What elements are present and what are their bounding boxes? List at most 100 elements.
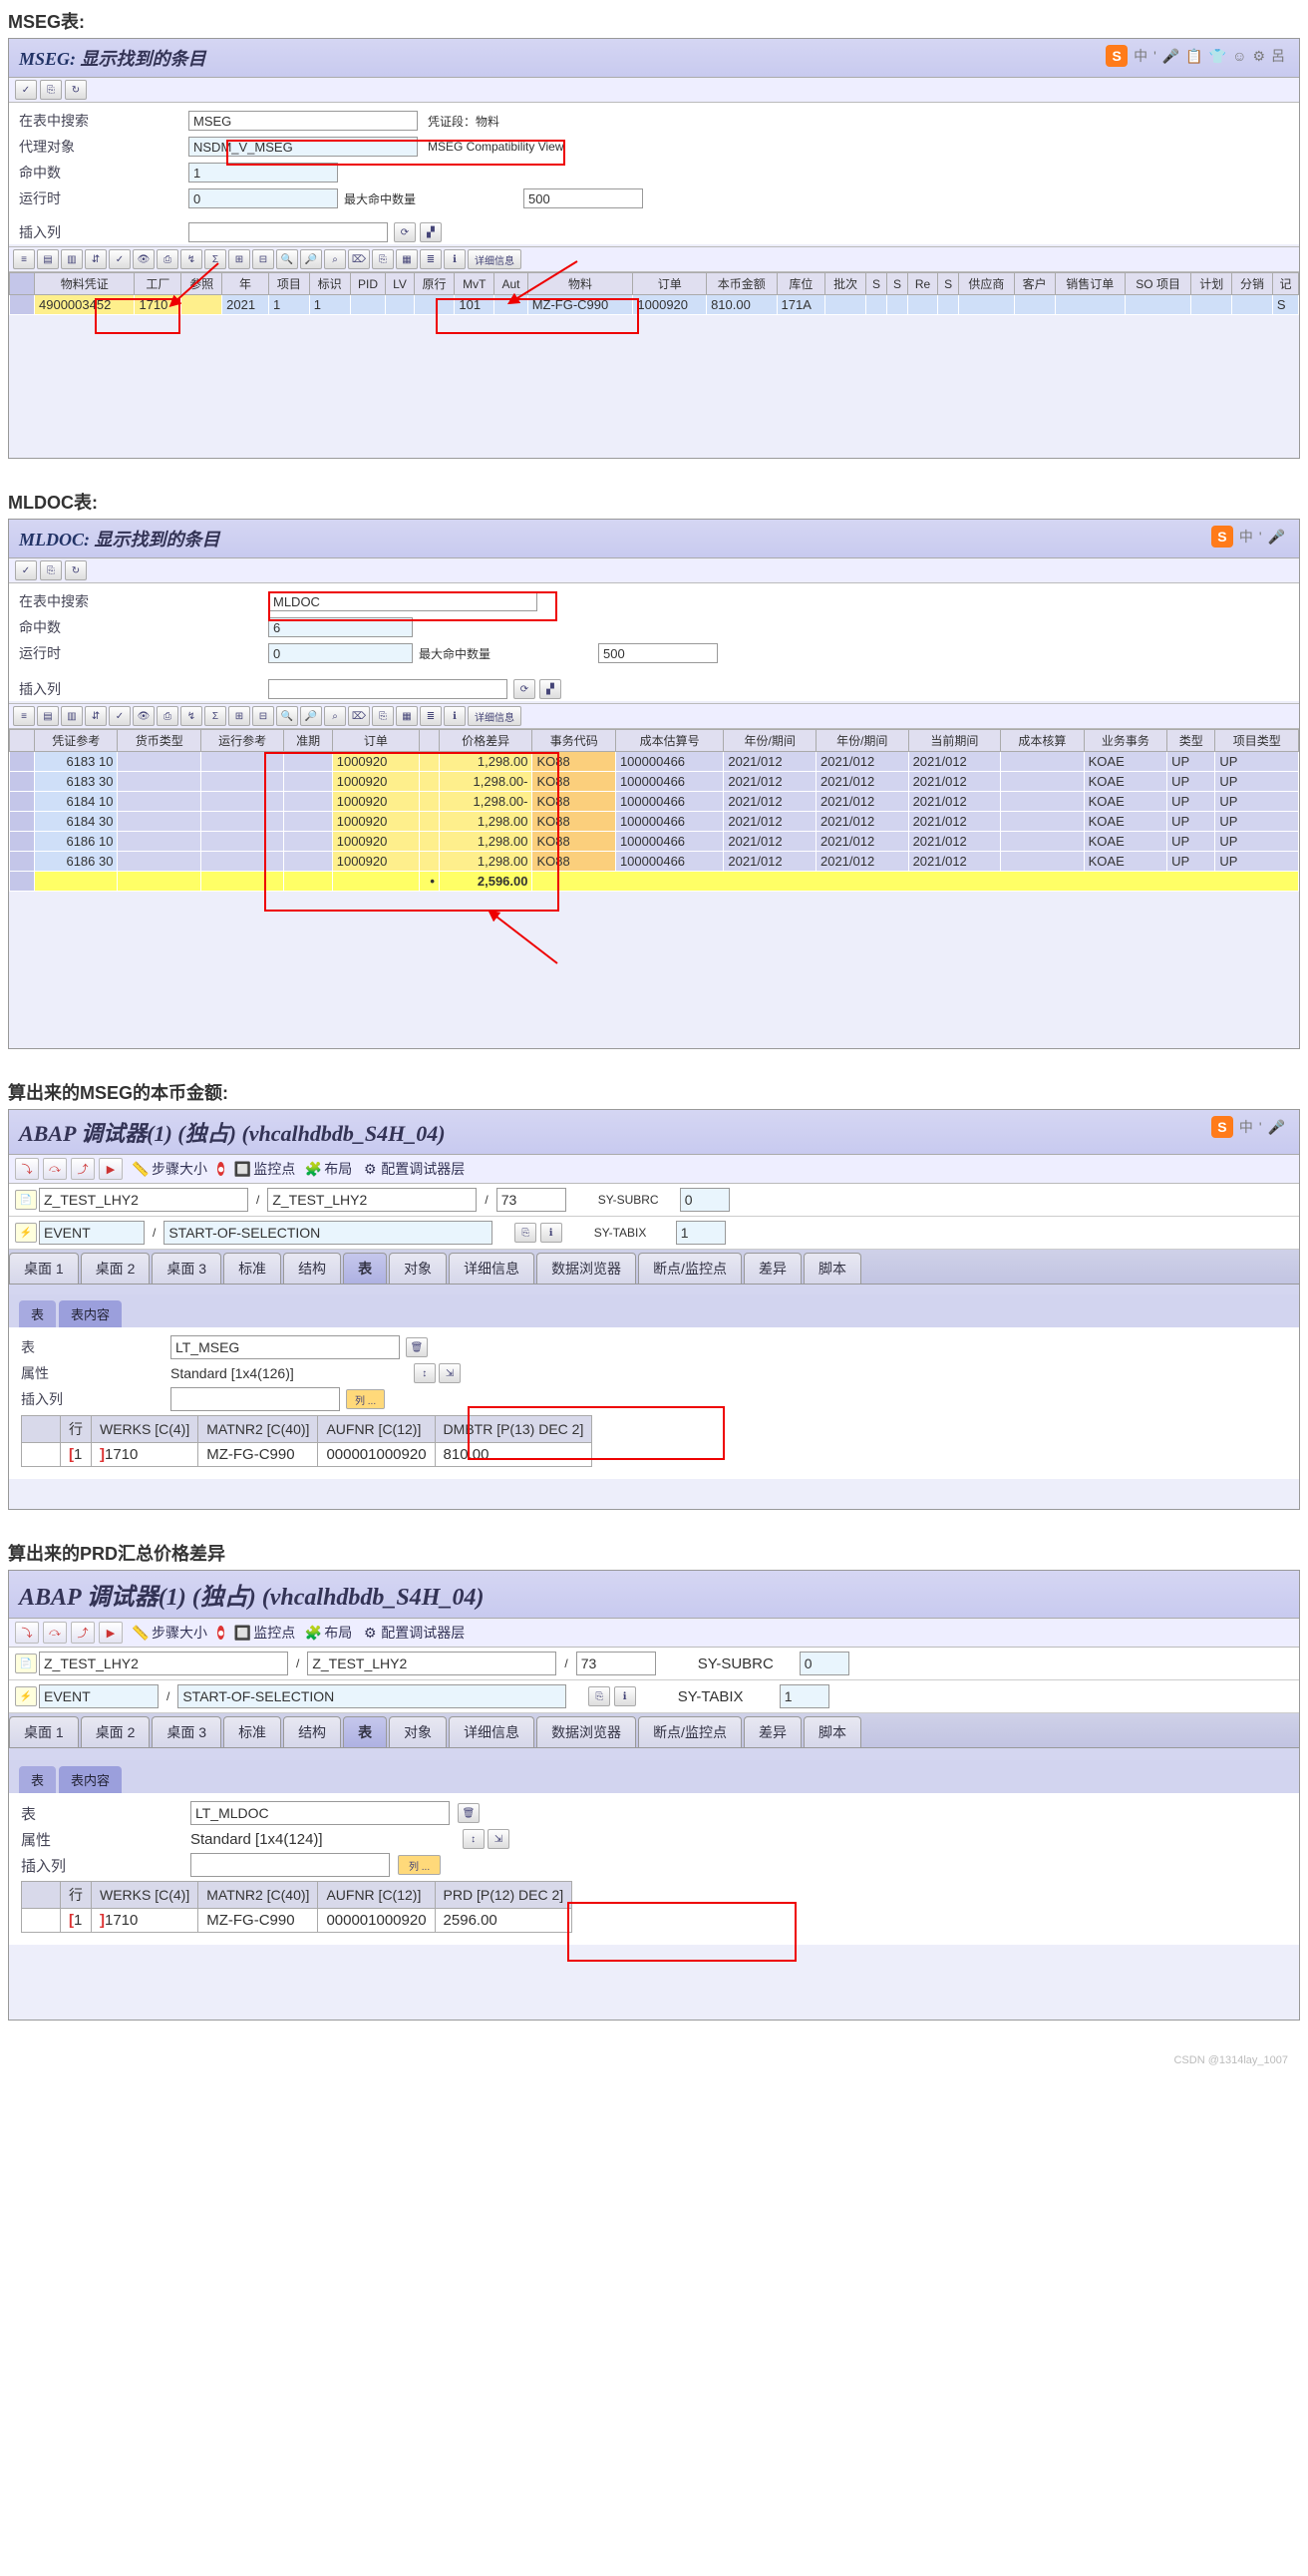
ime-item[interactable]: 🎤 bbox=[1162, 48, 1179, 65]
dbg-tab[interactable]: 标准 bbox=[223, 1253, 281, 1284]
ime-item[interactable]: 📋 bbox=[1185, 48, 1202, 65]
event-icon[interactable]: ⚡ bbox=[15, 1223, 37, 1243]
event-icon[interactable]: ⚡ bbox=[15, 1686, 37, 1706]
gt-icon[interactable]: ⌕ bbox=[324, 249, 346, 269]
ime-item[interactable]: ' bbox=[1259, 1119, 1262, 1135]
dbg-tab[interactable]: 结构 bbox=[283, 1716, 341, 1747]
gt-icon[interactable]: ↯ bbox=[180, 706, 202, 726]
info-icon[interactable]: ℹ bbox=[614, 1686, 636, 1706]
step-into-icon[interactable]: ⤵ bbox=[15, 1622, 39, 1644]
gt-icon[interactable]: ▤ bbox=[37, 706, 59, 726]
dbg-tab[interactable]: 桌面 3 bbox=[152, 1253, 221, 1284]
gt-icon[interactable]: ≡ bbox=[13, 706, 35, 726]
gt-icon[interactable]: ⎙ bbox=[157, 249, 178, 269]
max-field[interactable]: 500 bbox=[598, 643, 718, 663]
insert-input[interactable] bbox=[268, 679, 507, 699]
dbg-tab[interactable]: 数据浏览器 bbox=[536, 1253, 636, 1284]
gt-icon[interactable]: ℹ bbox=[444, 249, 466, 269]
sort-icon[interactable]: ↕ bbox=[414, 1363, 436, 1383]
ime-item[interactable]: 🎤 bbox=[1268, 529, 1285, 546]
continue-icon[interactable]: ▶ bbox=[99, 1622, 123, 1644]
sort-icon[interactable]: ↕ bbox=[463, 1829, 485, 1849]
gt-icon[interactable]: ▦ bbox=[396, 249, 418, 269]
ins-input[interactable] bbox=[170, 1387, 340, 1411]
gt-icon[interactable]: 🔎 bbox=[300, 249, 322, 269]
col-btn[interactable]: 列 ... bbox=[398, 1855, 441, 1875]
subtab-table[interactable]: 表 bbox=[19, 1300, 56, 1327]
gt-icon[interactable]: 🔍 bbox=[276, 249, 298, 269]
ins-input[interactable] bbox=[190, 1853, 390, 1877]
tb-icon[interactable]: ↻ bbox=[65, 80, 87, 100]
line-field[interactable]: 73 bbox=[576, 1652, 656, 1675]
continue-icon[interactable]: ▶ bbox=[99, 1158, 123, 1180]
dbg-tab[interactable]: 对象 bbox=[389, 1716, 447, 1747]
tb-icon[interactable]: ✓ bbox=[15, 80, 37, 100]
stop-icon[interactable]: ● bbox=[217, 1626, 224, 1640]
gt-icon[interactable]: ⌕ bbox=[324, 706, 346, 726]
nav-icon[interactable]: ⎘ bbox=[588, 1686, 610, 1706]
ime-item[interactable]: ' bbox=[1259, 529, 1262, 545]
incl-field[interactable]: Z_TEST_LHY2 bbox=[267, 1188, 477, 1212]
export-icon[interactable]: ⇲ bbox=[488, 1829, 509, 1849]
layout-btn[interactable]: 🧩布局 bbox=[305, 1159, 352, 1179]
ime-item[interactable]: ☺ bbox=[1232, 48, 1246, 64]
dbg-tab[interactable]: 结构 bbox=[283, 1253, 341, 1284]
subtab-content[interactable]: 表内容 bbox=[59, 1300, 122, 1327]
gt-icon[interactable]: ⊞ bbox=[228, 249, 250, 269]
gt-icon[interactable]: Σ bbox=[204, 249, 226, 269]
ime-item[interactable]: 中 bbox=[1239, 1117, 1253, 1137]
refresh-icon[interactable]: ⟳ bbox=[513, 679, 535, 699]
step-size-btn[interactable]: 📏步骤大小 bbox=[133, 1623, 207, 1643]
gt-icon[interactable]: ⇵ bbox=[85, 249, 107, 269]
table-name-input[interactable]: LT_MLDOC bbox=[190, 1801, 450, 1825]
search-input[interactable]: MLDOC bbox=[268, 591, 537, 611]
dbg-tab[interactable]: 详细信息 bbox=[449, 1253, 534, 1284]
dbg-tab[interactable]: 脚本 bbox=[804, 1716, 861, 1747]
step-over-icon[interactable]: ⤼ bbox=[43, 1158, 67, 1180]
dbg-tab[interactable]: 脚本 bbox=[804, 1253, 861, 1284]
export-icon[interactable]: ⇲ bbox=[439, 1363, 461, 1383]
ime-item[interactable]: 👕 bbox=[1209, 48, 1226, 65]
watchpoint-btn[interactable]: 🔲监控点 bbox=[234, 1623, 295, 1643]
gt-icon[interactable]: ≣ bbox=[420, 249, 442, 269]
dbg-tab[interactable]: 标准 bbox=[223, 1716, 281, 1747]
gt-icon[interactable]: ▥ bbox=[61, 706, 83, 726]
dbg-tab[interactable]: 数据浏览器 bbox=[536, 1716, 636, 1747]
dbg-tab[interactable]: 桌面 2 bbox=[81, 1716, 151, 1747]
gt-icon[interactable]: ✓ bbox=[109, 249, 131, 269]
ime-item[interactable]: ' bbox=[1153, 48, 1156, 64]
prog-icon[interactable]: 📄 bbox=[15, 1654, 37, 1673]
gt-icon[interactable]: ≡ bbox=[13, 249, 35, 269]
search-input[interactable]: MSEG bbox=[188, 111, 418, 131]
gt-icon[interactable]: 👁 bbox=[133, 249, 155, 269]
gt-icon[interactable]: 🔎 bbox=[300, 706, 322, 726]
max-field[interactable]: 500 bbox=[523, 188, 643, 208]
dbg-tab[interactable]: 对象 bbox=[389, 1253, 447, 1284]
gt-icon[interactable]: ⎙ bbox=[157, 706, 178, 726]
ime-item[interactable]: 呂 bbox=[1271, 46, 1285, 66]
dbg-tab[interactable]: 桌面 2 bbox=[81, 1253, 151, 1284]
subtab-table[interactable]: 表 bbox=[19, 1766, 56, 1793]
gt-icon[interactable]: ℹ bbox=[444, 706, 466, 726]
dbg-tab[interactable]: 桌面 1 bbox=[9, 1716, 79, 1747]
subtab-content[interactable]: 表内容 bbox=[59, 1766, 122, 1793]
gt-icon[interactable]: ↯ bbox=[180, 249, 202, 269]
prog-field[interactable]: Z_TEST_LHY2 bbox=[39, 1188, 248, 1212]
mldoc-grid[interactable]: 凭证参考货币类型运行参考准期订单价格差异事务代码成本估算号年份/期间年份/期间当… bbox=[9, 729, 1299, 892]
config-btn[interactable]: ⚙配置调试器层 bbox=[362, 1623, 465, 1643]
col-btn[interactable]: 列 ... bbox=[346, 1389, 385, 1409]
dbg2-grid[interactable]: 行WERKS [C(4)]MATNR2 [C(40)]AUFNR [C(12)]… bbox=[21, 1881, 572, 1933]
add-icon[interactable]: ▞ bbox=[420, 222, 442, 242]
tb-icon[interactable]: ↻ bbox=[65, 560, 87, 580]
detail-btn[interactable]: 详细信息 bbox=[468, 706, 521, 726]
layout-btn[interactable]: 🧩布局 bbox=[305, 1623, 352, 1643]
dbg-tab[interactable]: 详细信息 bbox=[449, 1716, 534, 1747]
gt-icon[interactable]: ⎘ bbox=[372, 249, 394, 269]
delete-icon[interactable]: 🗑 bbox=[458, 1803, 480, 1823]
ime-item[interactable]: ⚙ bbox=[1252, 48, 1265, 65]
gt-icon[interactable]: Σ bbox=[204, 706, 226, 726]
gt-icon[interactable]: 👁 bbox=[133, 706, 155, 726]
tb-icon[interactable]: ⎘ bbox=[40, 80, 62, 100]
dbg-tab[interactable]: 桌面 1 bbox=[9, 1253, 79, 1284]
prog-field[interactable]: Z_TEST_LHY2 bbox=[39, 1652, 288, 1675]
